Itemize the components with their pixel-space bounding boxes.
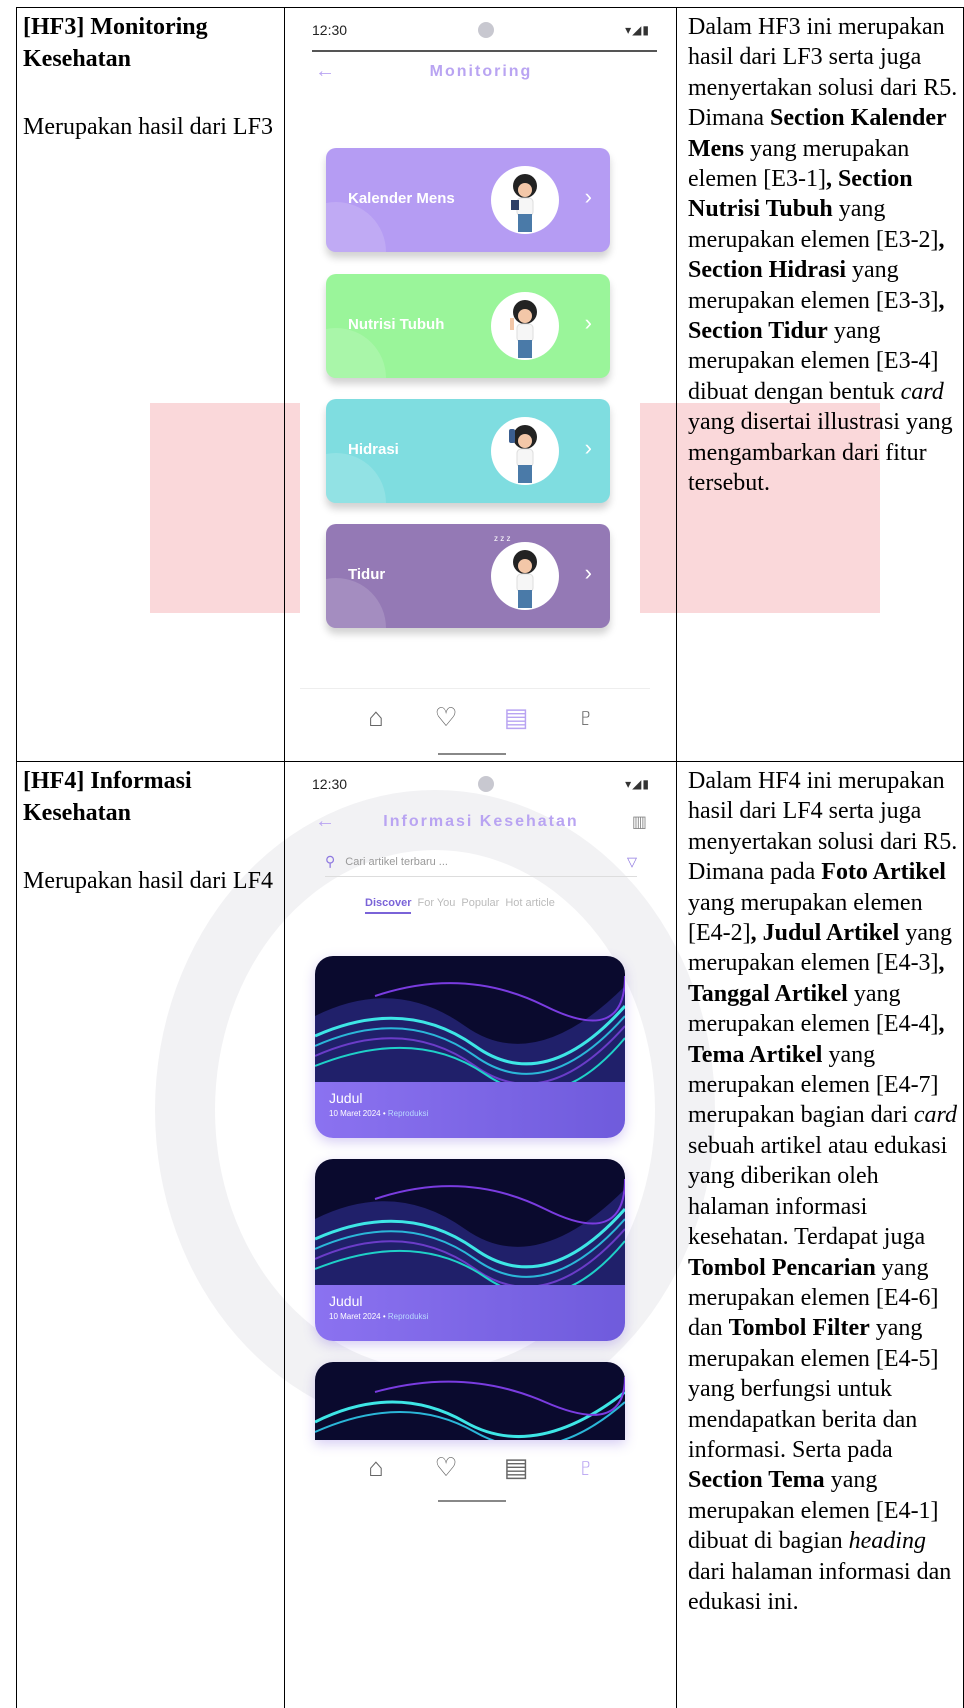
card-label: Tidur [348,566,386,583]
description-segment: Section Tema [688,1467,825,1494]
feature-subtitle: Merupakan hasil dari LF3 [23,114,273,140]
article-info: Judul 10 Maret 2024 • Reproduksi [315,1285,625,1341]
description-segment: card [913,1102,958,1129]
header: ← Monitoring [315,60,647,83]
signal-icons: ▾◢▮ [625,23,650,37]
article-card-partial[interactable] [315,1362,625,1440]
stethoscope-icon[interactable]: ♇ [570,1452,602,1483]
description-cell: Dalam HF3 ini merupakan hasil dari LF3 s… [676,7,964,762]
phone-informasi: 12:30 ▾◢▮ ← Informasi Kesehatan ▥ ⚲ Cari… [285,762,677,1708]
home-indicator [438,1500,506,1502]
clipboard-icon[interactable]: ▤ [500,702,532,733]
status-bar: 12:30 ▾◢▮ [312,774,650,794]
description-segment: heading [848,1528,926,1555]
card-hidrasi[interactable]: Hidrasi › [326,399,610,503]
card-label: Hidrasi [348,441,399,458]
chevron-right-icon: › [584,184,592,209]
camera-icon [478,22,495,38]
article-image [315,1159,625,1296]
page-title: Monitoring [429,62,533,80]
stethoscope-icon[interactable]: ♇ [570,702,602,733]
description-segment: , Judul Artikel [750,920,900,947]
feature-subtitle: Merupakan hasil dari LF4 [23,868,273,894]
back-arrow-icon[interactable]: ← [315,810,345,833]
feature-title: [HF4] Informasi Kesehatan [23,768,192,826]
search-bar[interactable]: ⚲ Cari artikel terbaru ... ▽ [325,847,637,877]
article-tag[interactable]: Reproduksi [388,1312,428,1321]
woman-illustration-icon [491,542,559,610]
signal-icons: ▾◢▮ [625,777,650,791]
topic-tabs: Discover For You Popular Hot article [365,897,637,914]
article-info: Judul 10 Maret 2024 • Reproduksi [315,1082,625,1138]
description-segment: yang disertai illustrasi yang mengambark… [688,409,953,497]
tab-discover[interactable]: Discover [365,897,412,914]
card-label: Nutrisi Tubuh [348,316,445,333]
article-image [315,956,625,1093]
home-icon[interactable]: ⌂ [360,1452,392,1483]
phone-monitoring: 12:30 ▾◢▮ ← Monitoring Kalender Mens › N… [285,8,677,761]
bottom-nav: ⌂ ♡ ▤ ♇ [285,702,677,733]
description-segment: Foto Artikel [821,859,946,886]
home-icon[interactable]: ⌂ [360,702,392,733]
woman-illustration-icon [491,292,559,360]
top-divider [312,50,657,52]
description-segment: card [900,378,944,405]
card-tidur[interactable]: Tidur z z z › [326,524,610,628]
article-title: Judul [329,1090,363,1106]
screenshot-cell: 12:30 ▾◢▮ ← Monitoring Kalender Mens › N… [284,7,677,762]
article-tag[interactable]: Reproduksi [388,1109,428,1118]
page-title: Informasi Kesehatan [383,812,579,830]
description-segment: Tombol Pencarian [688,1254,876,1281]
search-input[interactable]: Cari artikel terbaru ... [345,856,448,868]
home-indicator [438,753,506,755]
table-row: [HF4] Informasi Kesehatan Merupakan hasi… [16,761,964,1708]
woman-illustration-icon [491,166,559,234]
description-text: Dalam HF4 ini merupakan hasil dari LF4 s… [688,766,963,1617]
bottom-divider [300,688,650,689]
camera-icon [478,776,495,792]
article-meta: 10 Maret 2024 • Reproduksi [329,1312,429,1321]
description-segment: dari halaman informasi dan edukasi ini. [688,1558,952,1615]
description-segment: Tombol Filter [728,1315,870,1342]
chevron-right-icon: › [584,560,592,585]
tab-popular[interactable]: Popular [461,897,499,914]
content-table: [HF3] Monitoring Kesehatan Merupakan has… [16,7,964,1708]
tab-hot-article[interactable]: Hot article [505,897,555,914]
feature-title: [HF3] Monitoring Kesehatan [23,14,208,72]
description-cell: Dalam HF4 ini merupakan hasil dari LF4 s… [676,761,964,1708]
clipboard-icon[interactable]: ▤ [500,1452,532,1483]
header: ← Informasi Kesehatan ▥ [315,810,647,833]
feature-cell: [HF4] Informasi Kesehatan Merupakan hasi… [16,761,285,1708]
card-kalender-mens[interactable]: Kalender Mens › [326,148,610,252]
screenshot-cell: 12:30 ▾◢▮ ← Informasi Kesehatan ▥ ⚲ Cari… [284,761,677,1708]
woman-illustration-icon [491,417,559,485]
feature-cell: [HF3] Monitoring Kesehatan Merupakan has… [16,7,285,762]
article-card[interactable]: Judul 10 Maret 2024 • Reproduksi [315,1159,625,1341]
description-segment: sebuah artikel atau edukasi yang diberik… [688,1132,948,1251]
book-icon[interactable]: ▥ [617,812,647,832]
bottom-nav: ⌂ ♡ ▤ ♇ [285,1452,677,1483]
article-meta: 10 Maret 2024 • Reproduksi [329,1109,429,1118]
search-icon[interactable]: ⚲ [325,853,335,870]
table-row: [HF3] Monitoring Kesehatan Merupakan has… [16,7,964,762]
chevron-right-icon: › [584,310,592,335]
article-title: Judul [329,1293,363,1309]
zzz-text: z z z [494,534,511,543]
status-bar: 12:30 ▾◢▮ [312,20,650,40]
status-time: 12:30 [312,776,348,792]
description-text: Dalam HF3 ini merupakan hasil dari LF3 s… [688,12,963,499]
heart-monitor-icon[interactable]: ♡ [430,702,462,733]
heart-monitor-icon[interactable]: ♡ [430,1452,462,1483]
card-label: Kalender Mens [348,190,455,207]
status-time: 12:30 [312,22,348,38]
card-nutrisi-tubuh[interactable]: Nutrisi Tubuh › [326,274,610,378]
article-card[interactable]: Judul 10 Maret 2024 • Reproduksi [315,956,625,1138]
article-image [315,1362,625,1440]
filter-icon[interactable]: ▽ [627,854,637,870]
tab-for-you[interactable]: For You [417,897,455,914]
chevron-right-icon: › [584,435,592,460]
article-date: 10 Maret 2024 [329,1109,381,1118]
article-date: 10 Maret 2024 [329,1312,381,1321]
back-arrow-icon[interactable]: ← [315,60,345,83]
